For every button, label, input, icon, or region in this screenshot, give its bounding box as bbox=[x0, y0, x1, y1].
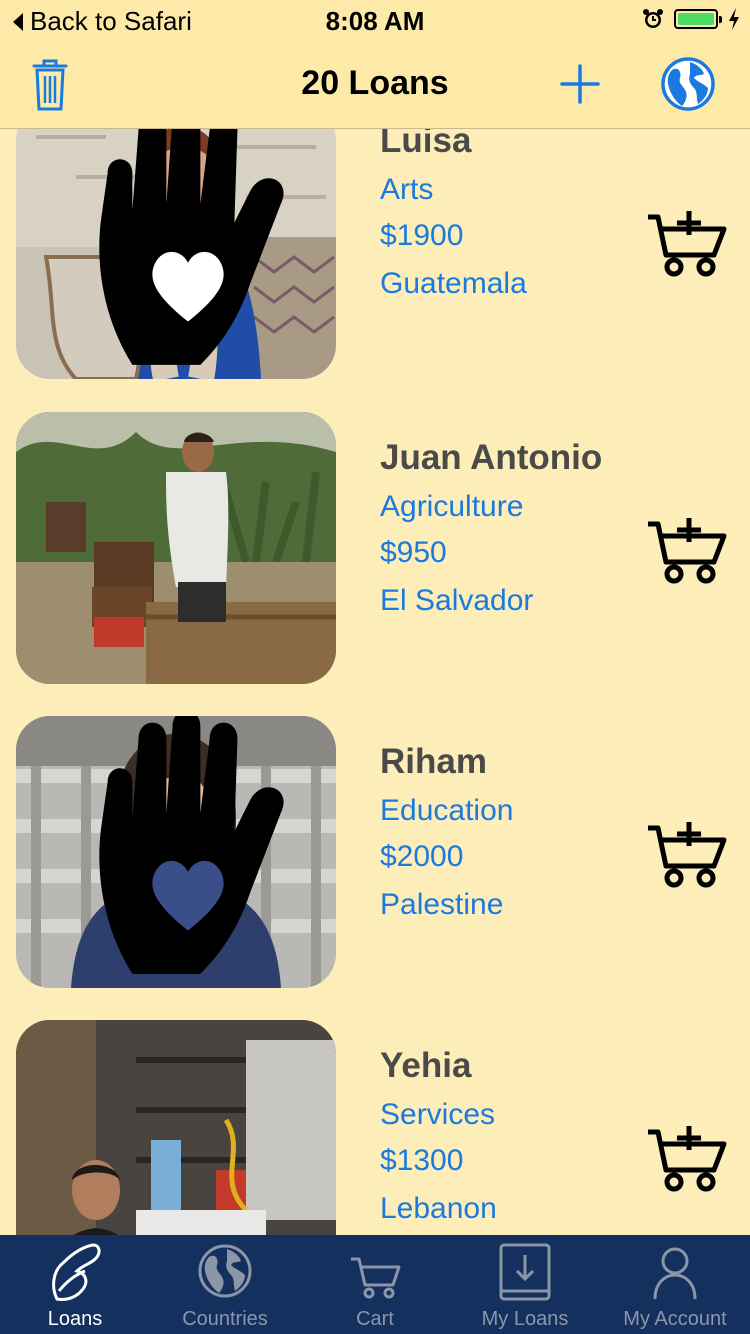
tab-label: My Loans bbox=[481, 1308, 569, 1330]
loan-row-yehia[interactable]: Yehia Services $1300 Lebanon bbox=[0, 1020, 750, 1235]
loan-country[interactable]: Guatemala bbox=[380, 267, 527, 301]
borrower-photo[interactable] bbox=[16, 129, 336, 379]
borrower-name: Riham bbox=[380, 742, 487, 781]
status-bar: Back to Safari 8:08 AM bbox=[0, 0, 750, 40]
globe-icon bbox=[195, 1241, 255, 1303]
loan-row-riham[interactable]: Riham Education $2000 Palestine bbox=[0, 716, 750, 988]
loan-sector[interactable]: Education bbox=[380, 794, 513, 828]
add-to-cart-button[interactable] bbox=[644, 820, 728, 888]
loan-amount: $1900 bbox=[380, 219, 464, 252]
tab-label: Countries bbox=[182, 1308, 268, 1330]
add-to-cart-icon bbox=[648, 211, 727, 277]
loan-country[interactable]: Palestine bbox=[380, 888, 503, 922]
tab-my-loans[interactable]: My Loans bbox=[450, 1235, 600, 1334]
add-to-cart-icon bbox=[648, 822, 727, 888]
cart-icon bbox=[345, 1241, 405, 1303]
tab-loans[interactable]: Loans bbox=[0, 1235, 150, 1334]
hand-heart-icon bbox=[99, 129, 284, 365]
battery-icon bbox=[674, 9, 722, 29]
add-button[interactable] bbox=[550, 54, 610, 114]
my-loans-icon bbox=[495, 1241, 555, 1303]
plus-icon bbox=[560, 64, 600, 104]
loan-country[interactable]: El Salvador bbox=[380, 584, 533, 618]
add-to-cart-button[interactable] bbox=[644, 516, 728, 584]
loan-country[interactable]: Lebanon bbox=[380, 1192, 497, 1226]
account-icon bbox=[645, 1241, 705, 1303]
add-to-cart-button[interactable] bbox=[644, 209, 728, 277]
alarm-icon bbox=[643, 9, 663, 28]
tab-cart[interactable]: Cart bbox=[300, 1235, 450, 1334]
tab-label: My Account bbox=[623, 1308, 727, 1330]
status-time: 8:08 AM bbox=[325, 6, 425, 36]
tab-label: Cart bbox=[356, 1308, 394, 1330]
borrower-name: Yehia bbox=[380, 1046, 472, 1085]
globe-icon bbox=[661, 57, 715, 111]
page-title: 20 Loans bbox=[301, 64, 449, 102]
borrower-name: Juan Antonio bbox=[380, 438, 603, 477]
loan-row-luisa[interactable]: Luisa Arts $1900 Guatemala bbox=[0, 129, 750, 379]
loans-icon bbox=[45, 1241, 105, 1303]
add-to-cart-icon bbox=[648, 1126, 727, 1192]
navigation-bar: 20 Loans bbox=[0, 40, 750, 129]
globe-button[interactable] bbox=[658, 54, 718, 114]
loan-row-juan-antonio[interactable]: Juan Antonio Agriculture $950 El Salvado… bbox=[0, 412, 750, 684]
loan-amount: $2000 bbox=[380, 840, 464, 873]
add-to-cart-button[interactable] bbox=[644, 1124, 728, 1192]
loan-list[interactable]: Luisa Arts $1900 Guatemala Juan Antonio … bbox=[0, 129, 750, 1235]
loan-amount: $950 bbox=[380, 536, 447, 569]
loan-sector[interactable]: Services bbox=[380, 1098, 495, 1132]
loan-sector[interactable]: Arts bbox=[380, 173, 433, 207]
tab-label: Loans bbox=[47, 1308, 103, 1330]
tab-bar: Loans Countries Cart My Loans My Account bbox=[0, 1235, 750, 1334]
borrower-photo[interactable] bbox=[16, 1020, 336, 1235]
add-to-cart-icon bbox=[648, 518, 727, 584]
borrower-photo[interactable] bbox=[16, 412, 336, 684]
loan-amount: $1300 bbox=[380, 1144, 464, 1177]
borrower-photo[interactable] bbox=[16, 716, 336, 988]
tab-countries[interactable]: Countries bbox=[150, 1235, 300, 1334]
hand-heart-icon bbox=[99, 716, 284, 974]
tab-my-account[interactable]: My Account bbox=[600, 1235, 750, 1334]
charging-bolt-icon bbox=[729, 8, 739, 30]
loan-sector[interactable]: Agriculture bbox=[380, 490, 523, 524]
borrower-name: Luisa bbox=[380, 129, 472, 160]
